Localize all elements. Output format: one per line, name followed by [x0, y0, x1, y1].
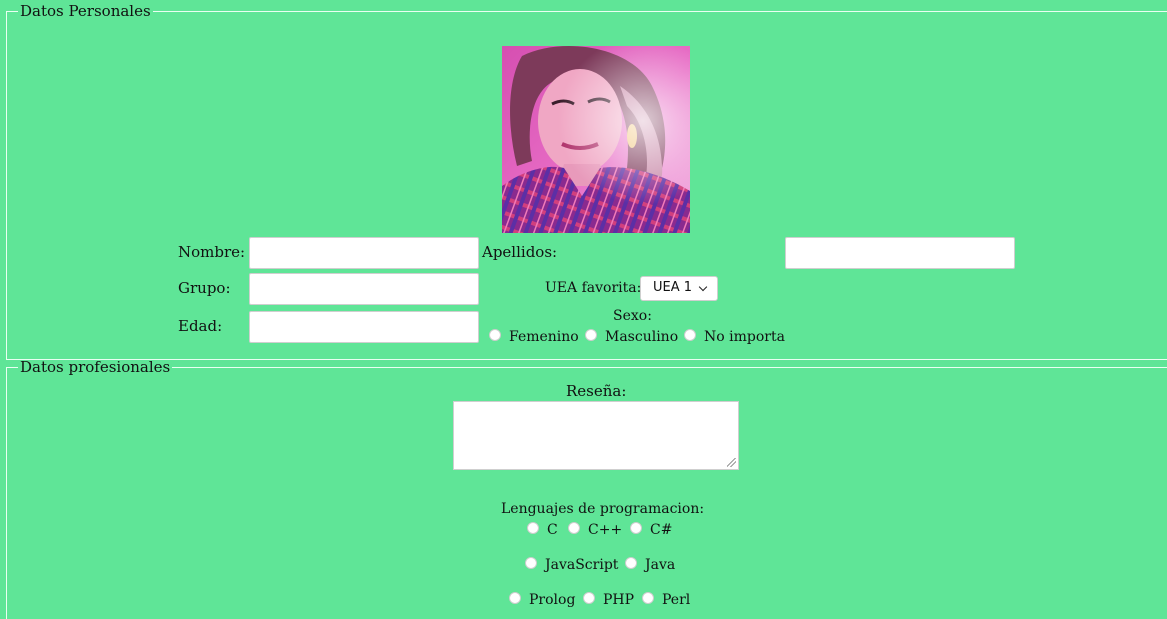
sexo-radio-femenino[interactable]: [489, 329, 501, 341]
lenguaje-radio-java[interactable]: [625, 557, 637, 569]
chevron-down-icon: [698, 282, 708, 292]
uea-favorita-label: UEA favorita:: [545, 280, 642, 296]
lenguaje-option-label: C: [547, 522, 558, 538]
lenguaje-radio-prolog[interactable]: [509, 592, 521, 604]
resize-grip-icon[interactable]: [727, 458, 736, 467]
sexo-option-label: Femenino: [509, 329, 579, 345]
nombre-label: Nombre:: [178, 243, 246, 261]
lenguaje-option-label: JavaScript: [545, 557, 619, 573]
lenguaje-radio-cpp[interactable]: [568, 522, 580, 534]
lenguaje-option-label: C#: [650, 522, 673, 538]
sexo-option-label: Masculino: [605, 329, 679, 345]
profile-photo: [502, 46, 690, 233]
sexo-label: Sexo:: [613, 308, 652, 324]
sexo-option-label: No importa: [704, 329, 785, 345]
grupo-label: Grupo:: [178, 279, 231, 297]
uea-select-value: UEA 1: [653, 280, 693, 295]
page: Datos Personales Nombre: Apellidos: Grup…: [0, 0, 1167, 619]
lenguaje-radio-javascript[interactable]: [525, 557, 537, 569]
resena-label: Reseña:: [566, 382, 627, 400]
resena-textarea[interactable]: [453, 401, 739, 470]
personal-data-legend: Datos Personales: [20, 2, 151, 20]
edad-field[interactable]: [249, 311, 479, 343]
lenguaje-option-label: Perl: [662, 592, 691, 608]
lenguaje-radio-c[interactable]: [527, 522, 539, 534]
nombre-field[interactable]: [249, 237, 479, 269]
uea-select[interactable]: UEA 1: [640, 276, 718, 301]
lenguaje-radio-csharp[interactable]: [630, 522, 642, 534]
lenguajes-label: Lenguajes de programacion:: [501, 501, 705, 517]
lenguaje-option-label: C++: [588, 522, 623, 538]
lenguaje-radio-perl[interactable]: [642, 592, 654, 604]
sexo-radio-no-importa[interactable]: [684, 329, 696, 341]
apellidos-label: Apellidos:: [482, 243, 558, 261]
grupo-field[interactable]: [249, 273, 479, 305]
lenguaje-option-label: PHP: [603, 592, 635, 608]
lenguaje-option-label: Java: [645, 557, 676, 573]
apellidos-field[interactable]: [785, 237, 1015, 269]
lenguaje-option-label: Prolog: [529, 592, 576, 608]
lenguaje-radio-php[interactable]: [583, 592, 595, 604]
edad-label: Edad:: [178, 317, 223, 335]
sexo-radio-masculino[interactable]: [585, 329, 597, 341]
professional-data-legend: Datos profesionales: [20, 358, 171, 376]
